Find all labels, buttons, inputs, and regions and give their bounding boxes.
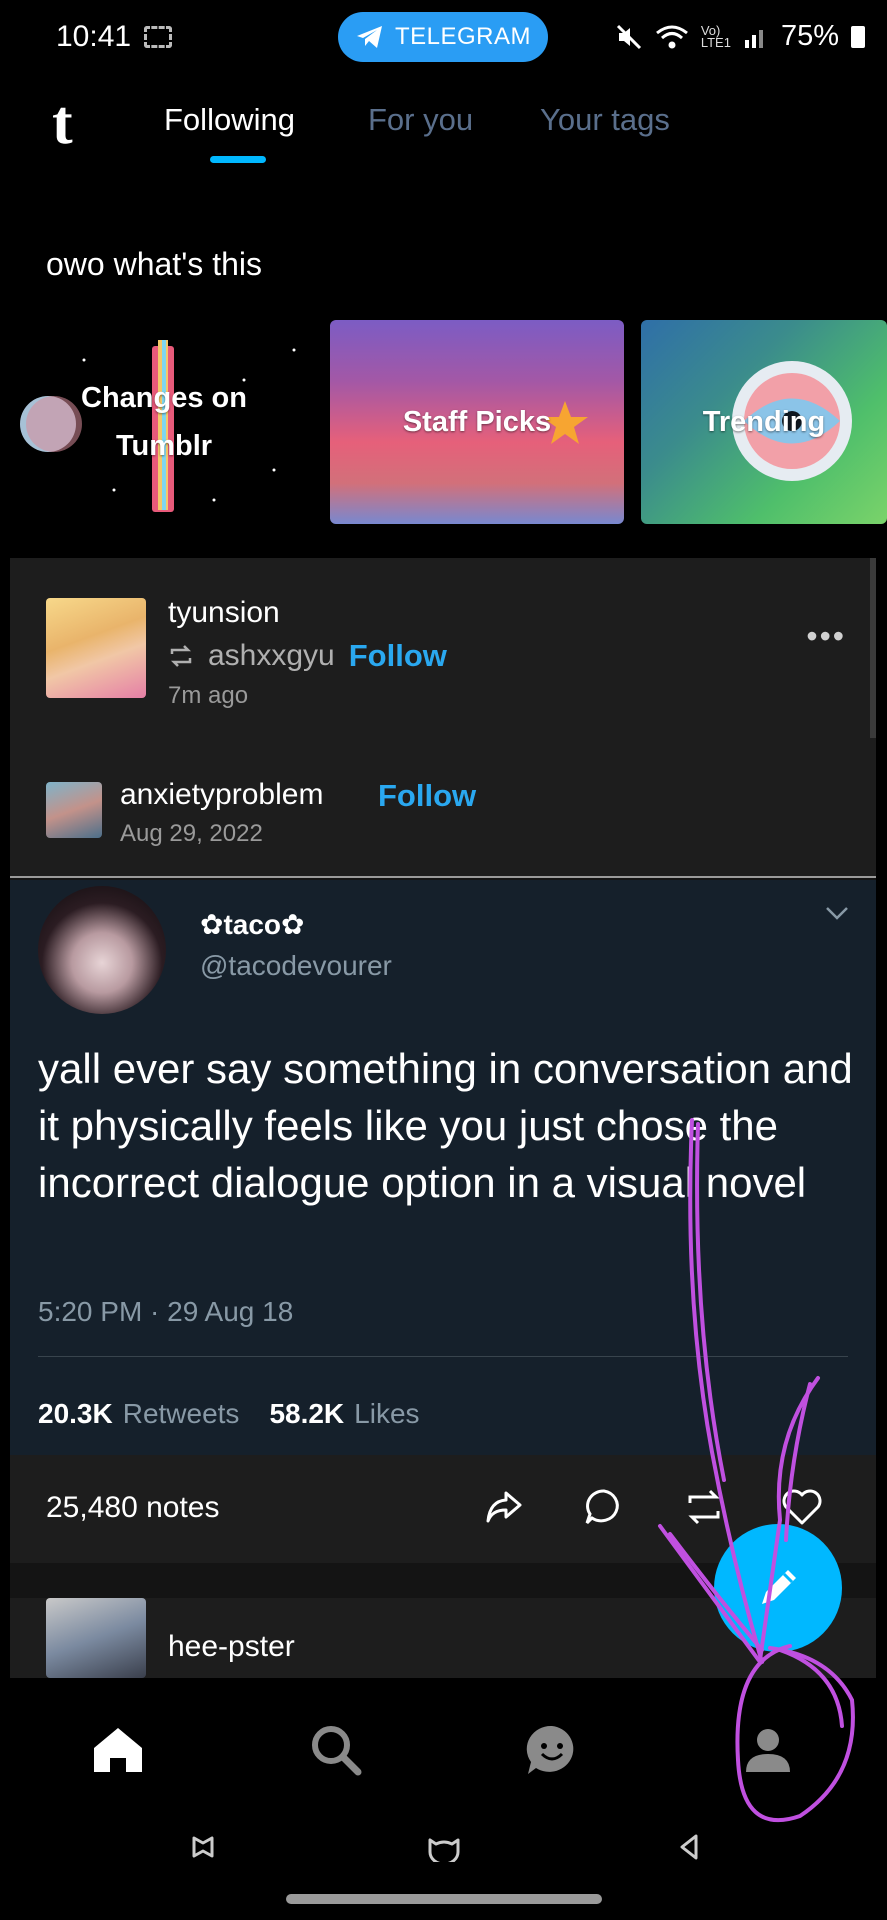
reply-icon[interactable] xyxy=(582,1485,626,1529)
recents-icon[interactable] xyxy=(188,1832,218,1862)
chat-icon[interactable] xyxy=(522,1720,582,1780)
home-button-icon[interactable] xyxy=(426,1832,462,1862)
explore-carousel: Changes on Tumblr Staff Picks Trending xyxy=(0,318,887,526)
notes-count[interactable]: 25,480 notes xyxy=(46,1491,219,1525)
share-icon[interactable] xyxy=(482,1485,526,1529)
signal-icon xyxy=(744,29,763,48)
card-label: Trending xyxy=(702,406,826,438)
more-options-icon[interactable]: ••• xyxy=(806,618,846,655)
screenshot-icon xyxy=(144,26,172,48)
active-tab-indicator xyxy=(210,156,266,163)
notification-app-name: TELEGRAM xyxy=(394,23,532,50)
section-title: owo what's this xyxy=(46,246,262,282)
tab-following[interactable]: Following xyxy=(164,102,295,138)
chevron-down-icon xyxy=(824,900,850,928)
tweet-timestamp: 5:20 PM · 29 Aug 18 xyxy=(38,1296,294,1327)
tweet-text: yall ever say something in conversation … xyxy=(38,1045,853,1206)
likes-label: Likes xyxy=(354,1398,420,1429)
card-label: Changes on Tumblr xyxy=(81,382,247,462)
tumblr-logo[interactable]: t xyxy=(52,88,73,159)
back-icon[interactable] xyxy=(676,1832,702,1862)
gesture-bar[interactable] xyxy=(286,1894,602,1904)
pencil-icon xyxy=(762,1570,796,1604)
scrollbar[interactable] xyxy=(870,558,876,738)
lte-label: LTE1 xyxy=(700,34,731,50)
card-changes-on-tumblr[interactable]: Changes on Tumblr xyxy=(14,320,314,524)
reblog-info: ashxxgyu Follow xyxy=(168,638,447,674)
compose-button[interactable] xyxy=(714,1524,842,1652)
follow-button[interactable]: Follow xyxy=(349,638,447,674)
source-date: Aug 29, 2022 xyxy=(120,820,263,847)
wifi-icon xyxy=(655,25,688,48)
dashboard-feed: tyunsion ashxxgyu Follow 7m ago ••• anxi… xyxy=(10,558,876,1678)
card-label: Staff Picks xyxy=(402,406,552,438)
home-icon[interactable] xyxy=(88,1720,148,1780)
tweet-screenshot: ✿taco✿ @tacodevourer yall ever say somet… xyxy=(10,880,876,1455)
system-nav xyxy=(0,1820,887,1920)
tweet-avatar xyxy=(38,886,166,1014)
avatar[interactable] xyxy=(46,1598,146,1678)
tweet-handle: @tacodevourer xyxy=(200,950,392,981)
search-icon[interactable] xyxy=(306,1720,366,1780)
reblog-icon xyxy=(170,645,192,667)
post-time: 7m ago xyxy=(168,682,249,709)
lte-indicator: Vo) LTE1 xyxy=(700,24,731,50)
retweets-count: 20.3K xyxy=(38,1398,113,1429)
retweets-label: Retweets xyxy=(122,1398,240,1429)
likes-stat: 58.2K Likes xyxy=(269,1398,419,1430)
telegram-notification-pill[interactable]: TELEGRAM xyxy=(338,12,548,62)
card-staff-picks[interactable]: Staff Picks xyxy=(330,320,624,524)
divider xyxy=(38,1356,848,1357)
post-username[interactable]: tyunsion xyxy=(168,596,280,630)
status-time: 10:41 xyxy=(56,20,132,53)
status-bar: 10:41 TELEGRAM Vo) LTE1 75% xyxy=(0,0,887,78)
tweet-display-name: ✿taco✿ xyxy=(200,909,305,940)
source-username[interactable]: anxietyproblem xyxy=(120,778,323,812)
retweets-stat: 20.3K Retweets xyxy=(38,1398,239,1430)
bottom-nav xyxy=(0,1688,887,1812)
likes-count: 58.2K xyxy=(269,1398,345,1429)
top-nav: t Following For you Your tags xyxy=(0,78,887,178)
reblog-icon[interactable] xyxy=(682,1485,726,1529)
post-username[interactable]: hee-pster xyxy=(168,1630,295,1664)
status-icons: Vo) LTE1 75% xyxy=(615,20,865,53)
card-trending[interactable]: Trending xyxy=(641,320,887,524)
post-header: tyunsion ashxxgyu Follow 7m ago ••• xyxy=(10,558,876,738)
follow-button[interactable]: Follow xyxy=(378,778,476,814)
reblogged-from[interactable]: ashxxgyu xyxy=(208,639,335,673)
telegram-icon xyxy=(356,26,382,48)
like-icon[interactable] xyxy=(780,1485,824,1529)
account-icon[interactable] xyxy=(738,1720,798,1780)
tweet-stats: 20.3K Retweets 58.2K Likes xyxy=(38,1398,420,1430)
tab-for-you[interactable]: For you xyxy=(368,102,473,138)
avatar[interactable] xyxy=(46,598,146,698)
battery-icon xyxy=(851,25,865,48)
tab-your-tags[interactable]: Your tags xyxy=(540,102,670,138)
avatar[interactable] xyxy=(46,782,102,838)
source-post-header: anxietyproblem Follow Aug 29, 2022 xyxy=(10,738,876,878)
mute-icon xyxy=(616,24,641,49)
battery-percent: 75% xyxy=(780,20,839,52)
